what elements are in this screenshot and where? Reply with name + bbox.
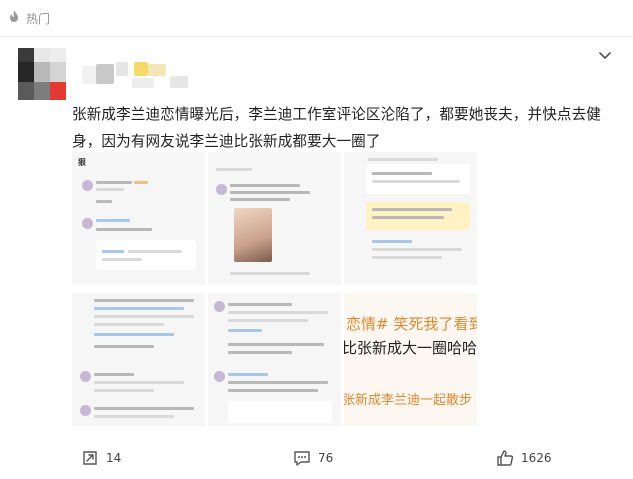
grid-image-2[interactable] <box>208 152 341 285</box>
feed-header: 热门 <box>0 0 633 36</box>
fire-icon <box>10 10 18 22</box>
username-blurred[interactable] <box>82 60 202 90</box>
avatar[interactable] <box>18 48 66 100</box>
overlay-text-2: 比张新成大一圈哈哈哈 <box>344 339 477 357</box>
repost-icon[interactable] <box>80 448 100 468</box>
repost-count: 14 <box>106 451 122 465</box>
grid-image-3[interactable] <box>344 152 477 285</box>
cell-title: 狠 <box>78 158 86 167</box>
chevron-down-icon[interactable] <box>597 47 613 63</box>
photo-thumbnail <box>234 208 272 262</box>
header-divider <box>0 36 633 37</box>
comment-icon[interactable] <box>292 448 312 468</box>
overlay-text-3: 张新成李兰迪一起散步 <box>344 393 473 408</box>
post-text: 张新成李兰迪恋情曝光后，李兰迪工作室评论区沦陷了，都要她丧夫，并快点去健身，因为… <box>72 106 601 150</box>
grid-image-4[interactable] <box>72 293 205 426</box>
grid-image-1[interactable]: 狠 <box>72 152 205 285</box>
comment-count: 76 <box>318 451 334 465</box>
hot-label: 热门 <box>26 12 51 26</box>
action-bar: 14 76 1626 <box>0 444 633 472</box>
like-icon[interactable] <box>495 448 515 468</box>
grid-image-5[interactable] <box>208 293 341 426</box>
like-count: 1626 <box>521 451 552 465</box>
overlay-text-1: 恋情# 笑死我了看到一 <box>346 315 477 333</box>
grid-image-6[interactable]: 恋情# 笑死我了看到一 比张新成大一圈哈哈哈 张新成李兰迪一起散步 <box>344 293 477 426</box>
image-grid[interactable]: 狠 恋情# 笑死我了看到 比张新成大一圈哈哈 张新成李兰迪一起散步 <box>72 152 478 426</box>
